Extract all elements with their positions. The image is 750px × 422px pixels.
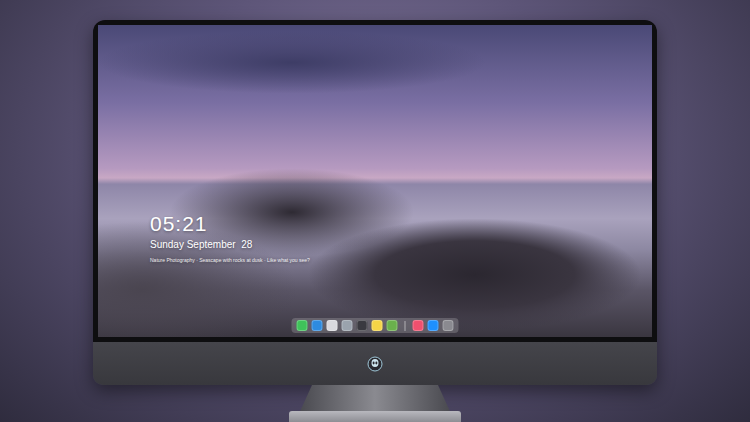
monitor-chin bbox=[93, 342, 657, 385]
dock-app-icon[interactable] bbox=[428, 320, 439, 331]
dock-app-icon[interactable] bbox=[342, 320, 353, 331]
dock bbox=[292, 318, 459, 333]
monitor-bezel: 05:21 Sunday September 28 Nature Photograp… bbox=[93, 20, 657, 342]
dock-app-icon[interactable] bbox=[413, 320, 424, 331]
page: 05:21 Sunday September 28 Nature Photograp… bbox=[0, 0, 750, 422]
dock-app-icon[interactable] bbox=[297, 320, 308, 331]
wallpaper-caption[interactable]: Nature Photography · Seascape with rocks… bbox=[150, 257, 310, 263]
lock-screen[interactable]: 05:21 Sunday September 28 Nature Photograp… bbox=[98, 25, 652, 337]
clock-date: Sunday September 28 bbox=[150, 239, 310, 250]
dock-app-icon[interactable] bbox=[372, 320, 383, 331]
dock-app-icon[interactable] bbox=[327, 320, 338, 331]
monitor: 05:21 Sunday September 28 Nature Photograp… bbox=[93, 20, 657, 385]
dock-app-icon[interactable] bbox=[387, 320, 398, 331]
clock-time: 05:21 bbox=[150, 212, 310, 236]
monitor-stand-neck bbox=[300, 385, 450, 411]
clock-widget: 05:21 Sunday September 28 Nature Photograp… bbox=[150, 212, 310, 263]
monitor-stand-base bbox=[289, 411, 461, 422]
dock-app-icon[interactable] bbox=[443, 320, 454, 331]
dock-app-icon[interactable] bbox=[312, 320, 323, 331]
dock-app-icon[interactable] bbox=[357, 320, 368, 331]
brand-logo-icon bbox=[367, 356, 383, 372]
dock-separator bbox=[405, 321, 406, 331]
